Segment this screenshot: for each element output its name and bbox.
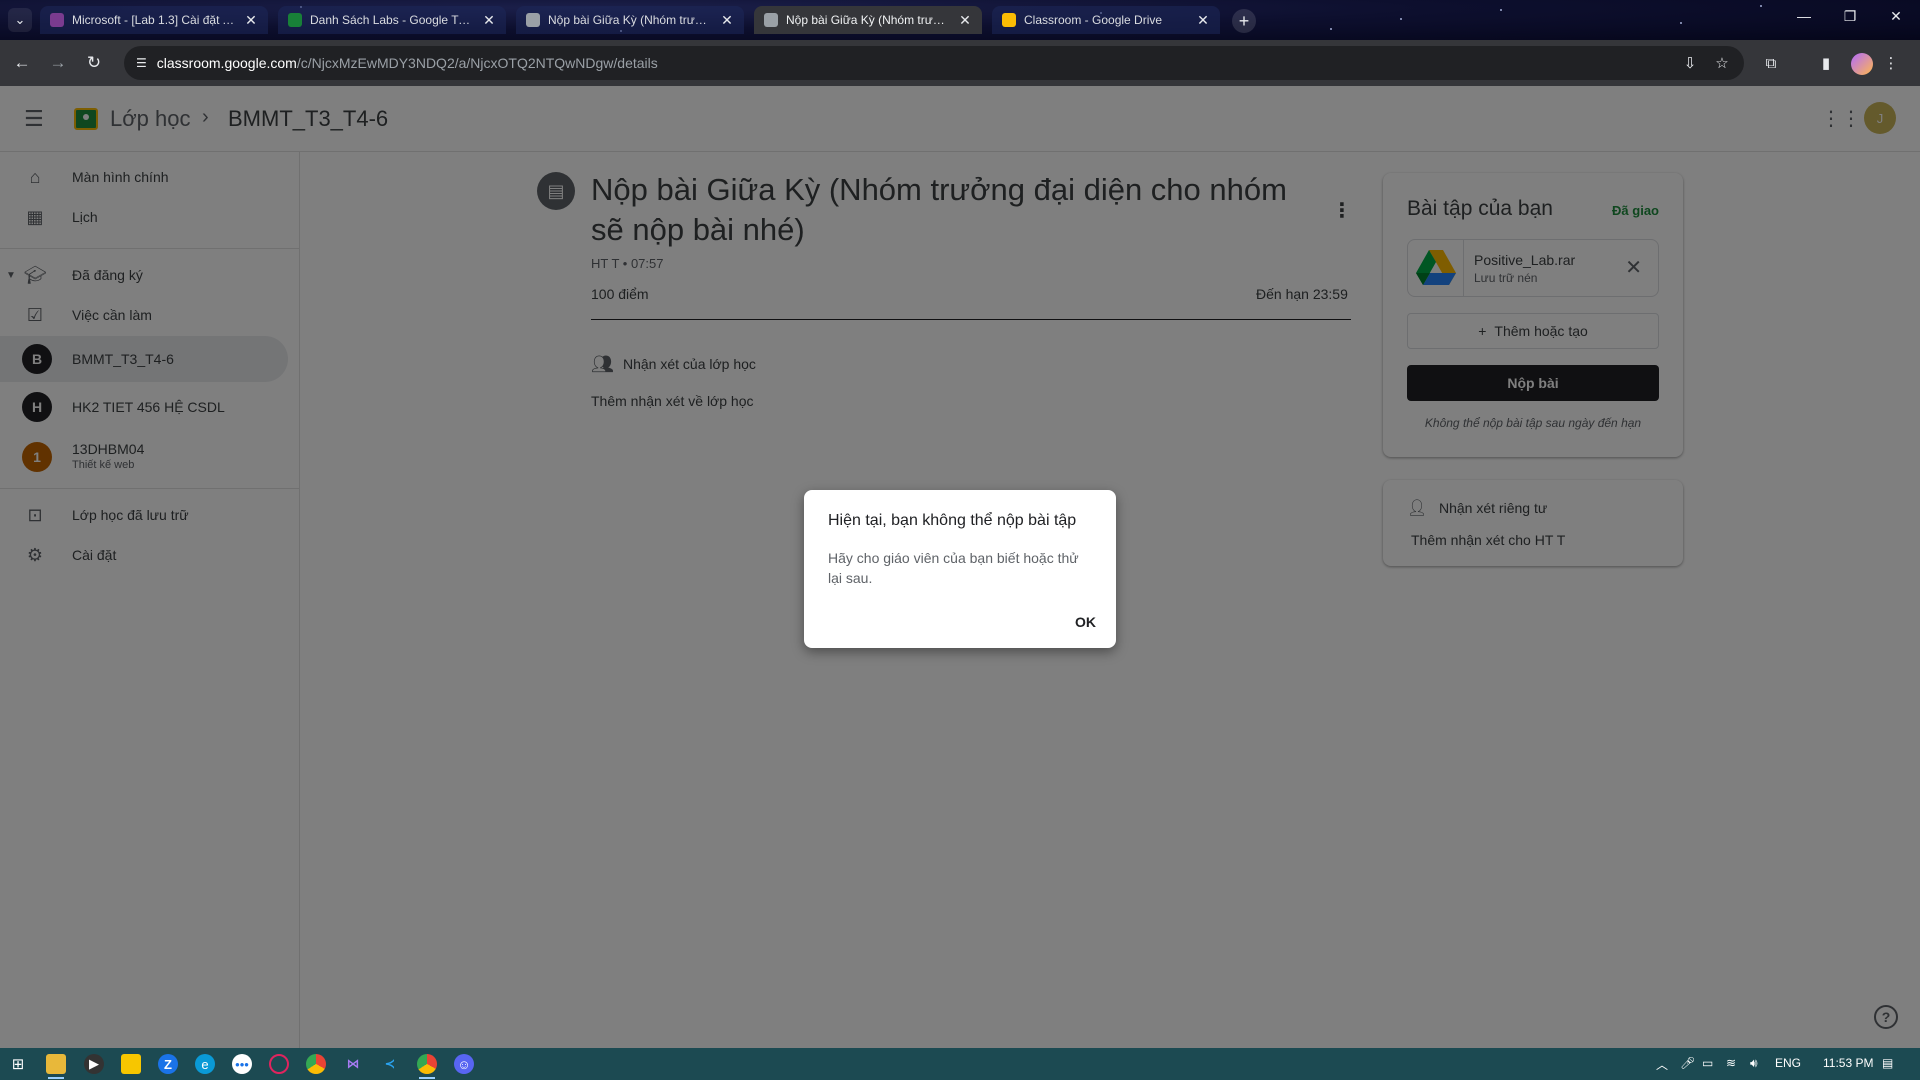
tab-title: Nộp bài Giữa Kỳ (Nhóm trưởng: [548, 13, 712, 27]
browser-tab-3[interactable]: Nộp bài Giữa Kỳ (Nhóm trưởng ✕: [516, 6, 744, 34]
browser-tab-2[interactable]: Danh Sách Labs - Google Trang ✕: [278, 6, 506, 34]
windows-taskbar: ⊞ ▶ Z e ••• ⋈ ≺ ☺ ︿ 🎤︎ ▭ ≋ 🔊︎ ENG 11:53 …: [0, 1048, 1920, 1080]
side-panel-icon[interactable]: ▮: [1815, 52, 1837, 74]
assignment-favicon-icon: [526, 13, 540, 27]
chrome-icon[interactable]: [306, 1054, 326, 1074]
address-bar[interactable]: ☰ classroom.google.com/c/NjcxMzEwMDY3NDQ…: [124, 46, 1744, 80]
dialog-title: Hiện tại, bạn không thể nộp bài tập: [828, 512, 1077, 529]
bookmark-star-icon[interactable]: ☆: [1711, 52, 1733, 74]
browser-tab-4-active[interactable]: Nộp bài Giữa Kỳ (Nhóm trưởng ✕: [754, 6, 982, 34]
tab-close-icon[interactable]: ✕: [482, 12, 496, 29]
battery-icon[interactable]: ▭: [1702, 1056, 1713, 1070]
dialog-body: Hãy cho giáo viên của bạn biết hoặc thử …: [828, 550, 1079, 586]
close-window-icon[interactable]: ✕: [1876, 8, 1916, 25]
tab-close-icon[interactable]: ✕: [1196, 12, 1210, 29]
tab-title: Microsoft - [Lab 1.3] Cài đặt Ac: [72, 13, 236, 27]
discord-icon[interactable]: ☺: [454, 1054, 474, 1074]
vscode-icon[interactable]: ≺: [380, 1054, 400, 1074]
restore-icon[interactable]: ❐: [1830, 8, 1870, 25]
drive-favicon-icon: [1002, 13, 1016, 27]
wifi-icon[interactable]: ≋: [1726, 1056, 1736, 1070]
error-dialog: Hiện tại, bạn không thể nộp bài tập Hãy …: [804, 490, 1116, 648]
system-clock[interactable]: 11:53 PM: [1823, 1056, 1873, 1070]
speaker-icon[interactable]: 🔊︎: [1750, 1056, 1758, 1071]
tab-title: Classroom - Google Drive: [1024, 13, 1163, 27]
back-icon[interactable]: ←: [10, 51, 34, 75]
edge-icon[interactable]: e: [195, 1054, 215, 1074]
tab-search-chevron-icon[interactable]: ⌄: [8, 8, 32, 32]
tab-title: Nộp bài Giữa Kỳ (Nhóm trưởng: [786, 13, 950, 27]
tab-favicon-icon: [50, 13, 64, 27]
sticky-notes-icon[interactable]: [121, 1054, 141, 1074]
reload-icon[interactable]: ↻: [82, 51, 106, 75]
assignment-favicon-icon: [764, 13, 778, 27]
extensions-icon[interactable]: ⧉: [1760, 52, 1782, 74]
opera-icon[interactable]: [269, 1054, 289, 1074]
chat-app-icon[interactable]: •••: [232, 1054, 252, 1074]
microphone-icon[interactable]: 🎤︎: [1680, 1056, 1695, 1070]
visual-studio-icon[interactable]: ⋈: [343, 1054, 363, 1074]
forward-icon[interactable]: →: [46, 51, 70, 75]
minimize-icon[interactable]: —: [1784, 8, 1824, 24]
new-tab-button[interactable]: +: [1232, 9, 1256, 33]
tray-chevron-up-icon[interactable]: ︿: [1656, 1056, 1668, 1073]
input-language[interactable]: ENG: [1775, 1056, 1801, 1070]
browser-tab-strip: ⌄ Microsoft - [Lab 1.3] Cài đặt Ac ✕ Dan…: [0, 0, 1920, 40]
browser-tab-5[interactable]: Classroom - Google Drive ✕: [992, 6, 1220, 34]
chrome-active-icon[interactable]: [417, 1054, 437, 1079]
browser-toolbar: ← → ↻ ☰ classroom.google.com/c/NjcxMzEwM…: [0, 40, 1920, 86]
tab-close-icon[interactable]: ✕: [244, 12, 258, 29]
dialog-ok-button[interactable]: OK: [1071, 612, 1100, 632]
browser-profile-avatar[interactable]: [1851, 53, 1873, 75]
file-explorer-icon[interactable]: [46, 1054, 66, 1079]
tab-title: Danh Sách Labs - Google Trang: [310, 13, 474, 27]
windows-start-icon[interactable]: ⊞: [8, 1054, 28, 1074]
tab-close-icon[interactable]: ✕: [958, 12, 972, 29]
notification-icon[interactable]: ▤: [1882, 1056, 1893, 1070]
url-text: classroom.google.com/c/NjcxMzEwMDY3NDQ2/…: [156, 55, 658, 71]
tab-close-icon[interactable]: ✕: [720, 12, 734, 29]
zalo-icon[interactable]: Z: [158, 1054, 178, 1074]
browser-menu-icon[interactable]: ⋮: [1880, 52, 1902, 74]
browser-tab-1[interactable]: Microsoft - [Lab 1.3] Cài đặt Ac ✕: [40, 6, 268, 34]
install-app-icon[interactable]: ⇩: [1679, 52, 1701, 74]
sheets-favicon-icon: [288, 13, 302, 27]
media-player-icon[interactable]: ▶: [84, 1054, 104, 1074]
site-info-icon[interactable]: ☰: [136, 56, 147, 70]
